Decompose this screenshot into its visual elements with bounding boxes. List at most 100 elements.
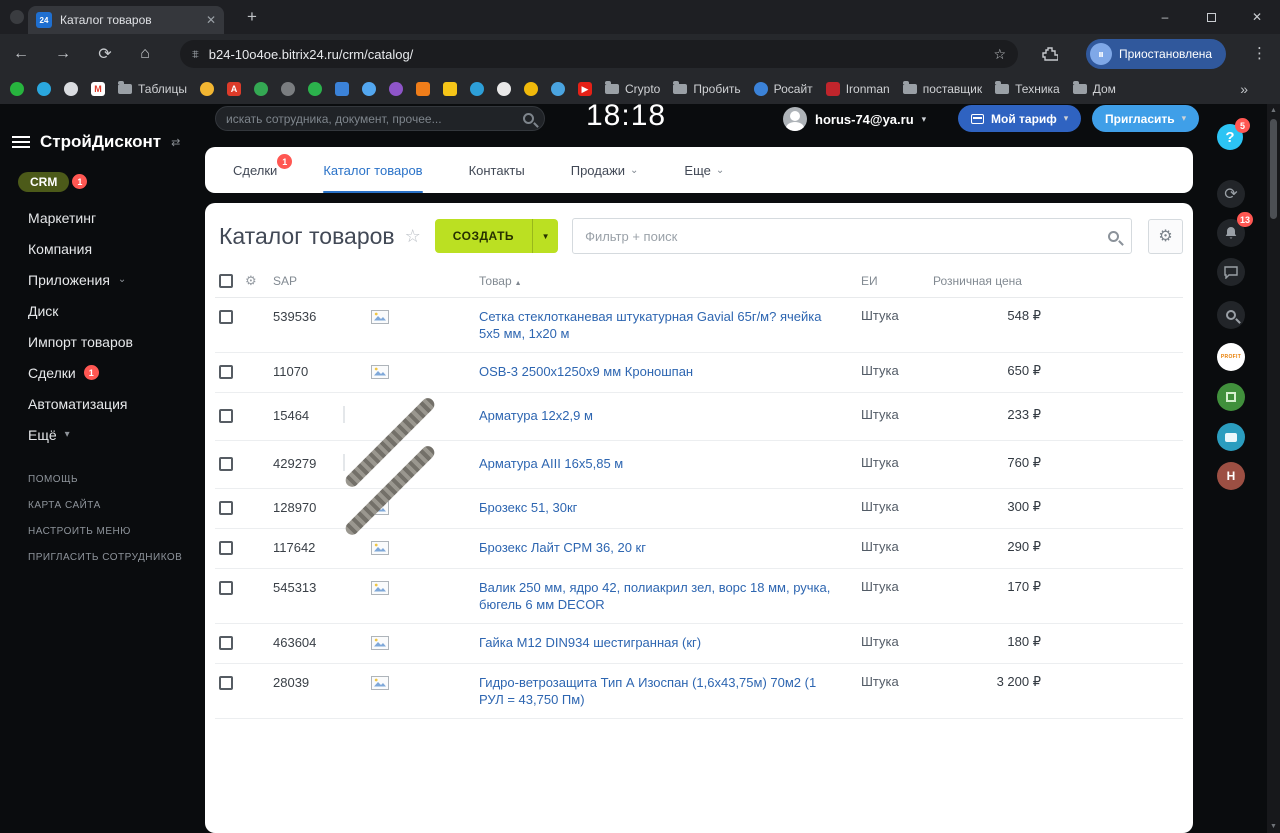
- browser-tab[interactable]: 24 Каталог товаров ✕: [28, 6, 224, 34]
- sidebar-link-invite-employees[interactable]: ПРИГЛАСИТЬ СОТРУДНИКОВ: [28, 544, 182, 570]
- new-tab-button[interactable]: +: [240, 5, 264, 29]
- messenger-button[interactable]: [1217, 258, 1245, 286]
- product-link[interactable]: Гидро-ветрозащита Тип А Изоспан (1,6х43,…: [479, 674, 835, 708]
- global-search-input[interactable]: [226, 111, 523, 126]
- product-link[interactable]: Брозекс 51, 30кг: [479, 499, 577, 516]
- scroll-down-icon[interactable]: ▼: [1267, 823, 1280, 830]
- forward-button[interactable]: →: [52, 43, 74, 65]
- row-checkbox[interactable]: [219, 365, 233, 379]
- bookmark-gmail[interactable]: M: [91, 82, 105, 96]
- extensions-icon[interactable]: [1042, 46, 1059, 67]
- tab-close-icon[interactable]: ✕: [206, 13, 216, 27]
- product-photo[interactable]: [342, 395, 438, 490]
- app-avatar-profit[interactable]: PROFIT: [1217, 343, 1245, 371]
- table-row[interactable]: 463604 Гайка М12 DIN934 шестигранная (кг…: [215, 624, 1183, 664]
- browser-menu-icon[interactable]: ⋮: [1252, 44, 1267, 62]
- product-link[interactable]: Арматура АIII 16х5,85 м: [479, 455, 623, 472]
- bookmark-site[interactable]: [335, 82, 350, 96]
- filter-search[interactable]: [572, 218, 1132, 254]
- bookmark-folder-tech[interactable]: Техника: [995, 81, 1060, 96]
- row-checkbox[interactable]: [219, 409, 233, 423]
- table-row[interactable]: 11070 OSB-3 2500х1250х9 мм Кроношпан Шту…: [215, 353, 1183, 393]
- grid-settings-button[interactable]: ⚙: [1148, 218, 1183, 254]
- sidebar-crm[interactable]: CRM 1: [18, 172, 88, 192]
- sidebar-item-apps[interactable]: Приложения ⌄: [28, 264, 133, 295]
- bookmark-site[interactable]: [470, 82, 485, 96]
- home-button[interactable]: ⌂: [134, 43, 156, 65]
- create-button-label[interactable]: СОЗДАТЬ: [434, 219, 533, 253]
- bookmark-site[interactable]: [443, 82, 458, 96]
- user-menu[interactable]: horus-74@ya.ru ▾: [783, 107, 926, 131]
- sidebar-item-import[interactable]: Импорт товаров: [28, 326, 133, 357]
- bookmark-site[interactable]: [362, 82, 377, 96]
- scroll-up-icon[interactable]: ▲: [1267, 107, 1280, 114]
- bookmark-site[interactable]: ▶: [578, 82, 593, 96]
- bookmark-github[interactable]: [64, 82, 78, 96]
- tab-more[interactable]: Еще ⌄: [684, 147, 724, 193]
- create-button[interactable]: СОЗДАТЬ ▼: [434, 219, 559, 253]
- back-button[interactable]: ←: [10, 43, 32, 65]
- bookmark-site[interactable]: [416, 82, 431, 96]
- sidebar-item-company[interactable]: Компания: [28, 233, 133, 264]
- product-link[interactable]: Гайка М12 DIN934 шестигранная (кг): [479, 634, 701, 651]
- product-link[interactable]: Валик 250 мм, ядро 42, полиакрил зел, во…: [479, 579, 835, 613]
- header-sap[interactable]: SAP: [273, 274, 339, 288]
- tab-sales[interactable]: Продажи ⌄: [571, 147, 639, 193]
- bookmark-rosait[interactable]: Росайт: [753, 82, 813, 96]
- table-row[interactable]: 15464 Арматура 12х2,9 м Штука 233 ₽: [215, 393, 1183, 490]
- row-checkbox[interactable]: [219, 501, 233, 515]
- tab-deals[interactable]: Сделки 1: [233, 147, 293, 193]
- favorite-star-icon[interactable]: ☆: [405, 226, 421, 247]
- product-link[interactable]: Сетка стеклотканевая штукатурная Gavial …: [479, 308, 835, 342]
- row-checkbox[interactable]: [219, 636, 233, 650]
- bookmark-folder-tables[interactable]: Таблицы: [118, 81, 187, 96]
- site-info-icon[interactable]: ⩨: [192, 47, 199, 62]
- browser-profile-button[interactable]: ⏸ Приостановлена: [1086, 39, 1227, 69]
- rail-search-button[interactable]: [1217, 301, 1245, 329]
- app-scrollbar[interactable]: ▲ ▼: [1267, 104, 1280, 833]
- sidebar-item-disk[interactable]: Диск: [28, 295, 133, 326]
- bookmark-folder-crypto[interactable]: Crypto: [605, 81, 660, 96]
- bookmark-site[interactable]: [281, 82, 296, 96]
- my-tariff-button[interactable]: Мой тариф ▾: [958, 105, 1082, 132]
- window-close-button[interactable]: ✕: [1234, 0, 1280, 34]
- bookmark-folder-probit[interactable]: Пробить: [673, 81, 741, 96]
- header-product[interactable]: Товар ▲: [479, 274, 855, 288]
- minimize-button[interactable]: –: [1142, 0, 1188, 34]
- table-row[interactable]: 539536 Сетка стеклотканевая штукатурная …: [215, 298, 1183, 353]
- filter-search-input[interactable]: [585, 228, 1108, 244]
- menu-settings-icon[interactable]: ⇄: [171, 136, 180, 149]
- updates-button[interactable]: ⟳: [1217, 180, 1245, 208]
- sidebar-link-sitemap[interactable]: КАРТА САЙТА: [28, 492, 182, 518]
- sidebar-link-configure-menu[interactable]: НАСТРОИТЬ МЕНЮ: [28, 518, 182, 544]
- tab-catalog[interactable]: Каталог товаров: [323, 147, 423, 193]
- bookmark-site[interactable]: [524, 82, 539, 96]
- table-row[interactable]: 28039 Гидро-ветрозащита Тип А Изоспан (1…: [215, 664, 1183, 719]
- tab-search-icon[interactable]: [10, 10, 24, 24]
- sidebar-link-help[interactable]: ПОМОЩЬ: [28, 466, 182, 492]
- bookmark-folder-home[interactable]: Дом: [1072, 81, 1116, 96]
- bookmark-telegram[interactable]: [37, 82, 51, 96]
- workspace-avatar[interactable]: H: [1217, 462, 1245, 490]
- bookmark-site[interactable]: [551, 82, 566, 96]
- columns-gear-icon[interactable]: ⚙: [245, 273, 257, 288]
- row-checkbox[interactable]: [219, 581, 233, 595]
- row-checkbox[interactable]: [219, 676, 233, 690]
- bookmark-site[interactable]: [200, 82, 215, 96]
- select-all-checkbox[interactable]: [219, 273, 233, 288]
- clock-widget[interactable]: 18:18: [586, 101, 666, 131]
- product-link[interactable]: Брозекс Лайт СРМ 36, 20 кг: [479, 539, 646, 556]
- sidebar-item-more[interactable]: Ещё ▾: [28, 419, 133, 450]
- product-photo[interactable]: [342, 443, 438, 538]
- sidebar-item-deals[interactable]: Сделки 1: [28, 357, 133, 388]
- crm-pill[interactable]: CRM 1: [18, 172, 88, 192]
- bookmark-site[interactable]: [497, 82, 512, 96]
- create-dropdown-icon[interactable]: ▼: [532, 219, 559, 253]
- bookmark-whatsapp[interactable]: [10, 82, 24, 96]
- bookmark-folder-suppliers[interactable]: поставщик: [902, 81, 982, 96]
- table-row[interactable]: 117642 Брозекс Лайт СРМ 36, 20 кг Штука …: [215, 529, 1183, 569]
- hamburger-menu-icon[interactable]: [12, 136, 30, 148]
- row-checkbox[interactable]: [219, 541, 233, 555]
- bookmark-star-icon[interactable]: ☆: [993, 46, 1006, 63]
- row-checkbox[interactable]: [219, 457, 233, 471]
